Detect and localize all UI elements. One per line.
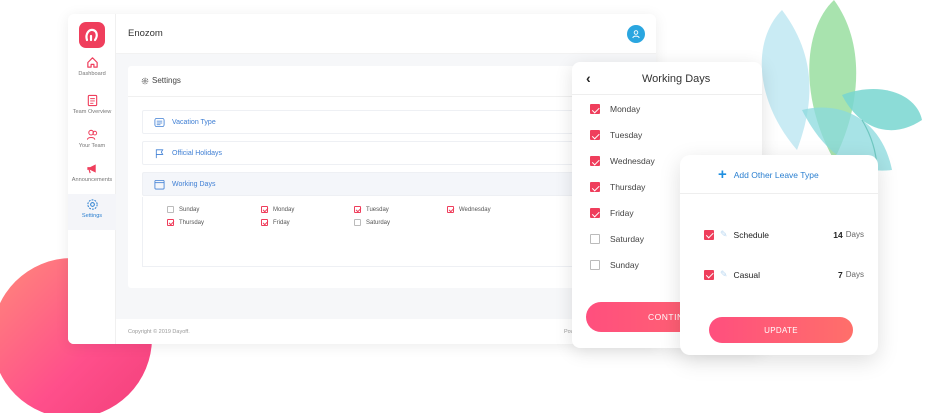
update-button[interactable]: UPDATE bbox=[709, 317, 853, 343]
leave-days-count: 7 bbox=[838, 269, 843, 280]
day-label: Monday bbox=[273, 206, 295, 213]
vacation-list-icon bbox=[154, 117, 165, 127]
working-days-title: Working Days bbox=[642, 73, 711, 85]
checkbox[interactable] bbox=[590, 182, 600, 192]
working-day-monday[interactable]: Monday bbox=[590, 104, 640, 114]
checkbox[interactable] bbox=[261, 219, 268, 226]
day-checkbox-monday[interactable]: Monday bbox=[261, 206, 294, 213]
sidebar-item-your-team[interactable]: Your Team bbox=[68, 128, 116, 162]
working-day-wednesday[interactable]: Wednesday bbox=[590, 156, 655, 166]
day-label: Wednesday bbox=[610, 156, 655, 166]
pencil-icon[interactable]: ✎ bbox=[720, 269, 728, 280]
day-label: Monday bbox=[610, 104, 641, 114]
leave-days-unit: Days bbox=[845, 270, 864, 279]
leave-type-panel: + Add Other Leave Type ✎ Schedule 14 Day… bbox=[680, 155, 878, 355]
checkbox[interactable] bbox=[704, 229, 714, 240]
working-day-friday[interactable]: Friday bbox=[590, 208, 634, 218]
row-label: Working Days bbox=[172, 180, 216, 188]
day-label: Thursday bbox=[610, 182, 646, 192]
day-checkbox-sunday[interactable]: Sunday bbox=[167, 206, 199, 213]
settings-heading: Settings bbox=[141, 76, 181, 85]
day-checkbox-tuesday[interactable]: Tuesday bbox=[354, 206, 389, 213]
app-logo[interactable] bbox=[79, 22, 105, 48]
add-leave-type-button[interactable]: + Add Other Leave Type bbox=[718, 167, 819, 182]
checkbox[interactable] bbox=[167, 219, 174, 226]
user-icon bbox=[632, 30, 640, 39]
stage: Dashboard Team Overview Your Team Announ… bbox=[0, 0, 938, 413]
checkbox[interactable] bbox=[590, 130, 600, 140]
gear-icon bbox=[141, 77, 149, 84]
pencil-icon[interactable]: ✎ bbox=[720, 229, 728, 240]
day-label: Saturday bbox=[610, 234, 645, 244]
company-name: Enozom bbox=[128, 28, 163, 39]
working-day-saturday[interactable]: Saturday bbox=[590, 234, 644, 244]
megaphone-icon bbox=[87, 164, 96, 174]
document-icon bbox=[87, 94, 97, 107]
checkbox[interactable] bbox=[167, 206, 174, 213]
add-leave-type-label: Add Other Leave Type bbox=[733, 169, 819, 180]
checkbox[interactable] bbox=[590, 234, 600, 244]
leave-type-row: ✎ Schedule 14 Days bbox=[704, 229, 864, 240]
plus-icon: + bbox=[718, 166, 727, 183]
day-label: Friday bbox=[273, 219, 290, 226]
sidebar-item-team-overview[interactable]: Team Overview bbox=[68, 94, 116, 128]
checkbox[interactable] bbox=[590, 260, 600, 270]
day-label: Friday bbox=[610, 208, 634, 218]
leave-type-row: ✎ Casual 7 Days bbox=[704, 269, 864, 280]
leave-days-unit: Days bbox=[845, 230, 864, 239]
divider bbox=[680, 193, 878, 194]
app-window: Dashboard Team Overview Your Team Announ… bbox=[68, 14, 656, 344]
settings-title: Settings bbox=[152, 76, 181, 85]
sidebar-item-announcements[interactable]: Announcements bbox=[68, 162, 116, 196]
row-label: Vacation Type bbox=[172, 118, 216, 126]
day-label: Tuesday bbox=[366, 206, 389, 213]
leave-type-name: Casual bbox=[733, 269, 761, 280]
sidebar-item-label: Announcements bbox=[71, 177, 113, 183]
working-day-thursday[interactable]: Thursday bbox=[590, 182, 645, 192]
checkbox[interactable] bbox=[590, 104, 600, 114]
day-label: Wednesday bbox=[459, 206, 491, 213]
day-checkbox-friday[interactable]: Friday bbox=[261, 219, 290, 226]
checkbox[interactable] bbox=[590, 208, 600, 218]
home-icon bbox=[86, 57, 98, 68]
sidebar-item-dashboard[interactable]: Dashboard bbox=[68, 56, 116, 90]
day-label: Thursday bbox=[179, 219, 205, 226]
back-chevron-icon[interactable]: ‹ bbox=[586, 70, 591, 86]
team-icon bbox=[86, 129, 97, 140]
checkbox[interactable] bbox=[704, 269, 714, 280]
working-day-sunday[interactable]: Sunday bbox=[590, 260, 639, 270]
day-checkbox-wednesday[interactable]: Wednesday bbox=[447, 206, 491, 213]
sidebar-item-label: Team Overview bbox=[72, 109, 112, 115]
day-checkbox-thursday[interactable]: Thursday bbox=[167, 219, 204, 226]
sidebar-item-label: Your Team bbox=[78, 143, 106, 149]
logo-icon bbox=[85, 28, 98, 42]
copyright-text: Copyright © 2019 Dayoff. bbox=[128, 329, 190, 335]
checkbox[interactable] bbox=[261, 206, 268, 213]
top-bar: Enozom bbox=[116, 14, 656, 54]
sidebar-item-settings[interactable]: Settings bbox=[68, 194, 116, 230]
day-label: Sunday bbox=[179, 206, 200, 213]
day-checkbox-saturday[interactable]: Saturday bbox=[354, 219, 390, 226]
sidebar-item-label: Dashboard bbox=[78, 71, 106, 77]
user-avatar[interactable] bbox=[627, 25, 645, 43]
working-day-tuesday[interactable]: Tuesday bbox=[590, 130, 642, 140]
sidebar-item-label: Settings bbox=[81, 213, 103, 219]
checkbox[interactable] bbox=[447, 206, 454, 213]
sidebar: Dashboard Team Overview Your Team Announ… bbox=[68, 14, 116, 344]
row-label: Official Holidays bbox=[172, 149, 223, 157]
leave-type-name: Schedule bbox=[733, 229, 769, 240]
checkbox[interactable] bbox=[354, 206, 361, 213]
checkbox[interactable] bbox=[354, 219, 361, 226]
day-label: Tuesday bbox=[610, 130, 643, 140]
day-label: Sunday bbox=[610, 260, 639, 270]
leave-days-count: 14 bbox=[833, 229, 843, 240]
flag-icon bbox=[155, 148, 164, 158]
day-label: Saturday bbox=[366, 219, 391, 226]
divider bbox=[572, 94, 762, 95]
gear-icon bbox=[86, 199, 98, 210]
checkbox[interactable] bbox=[590, 156, 600, 166]
calendar-icon bbox=[154, 179, 165, 189]
